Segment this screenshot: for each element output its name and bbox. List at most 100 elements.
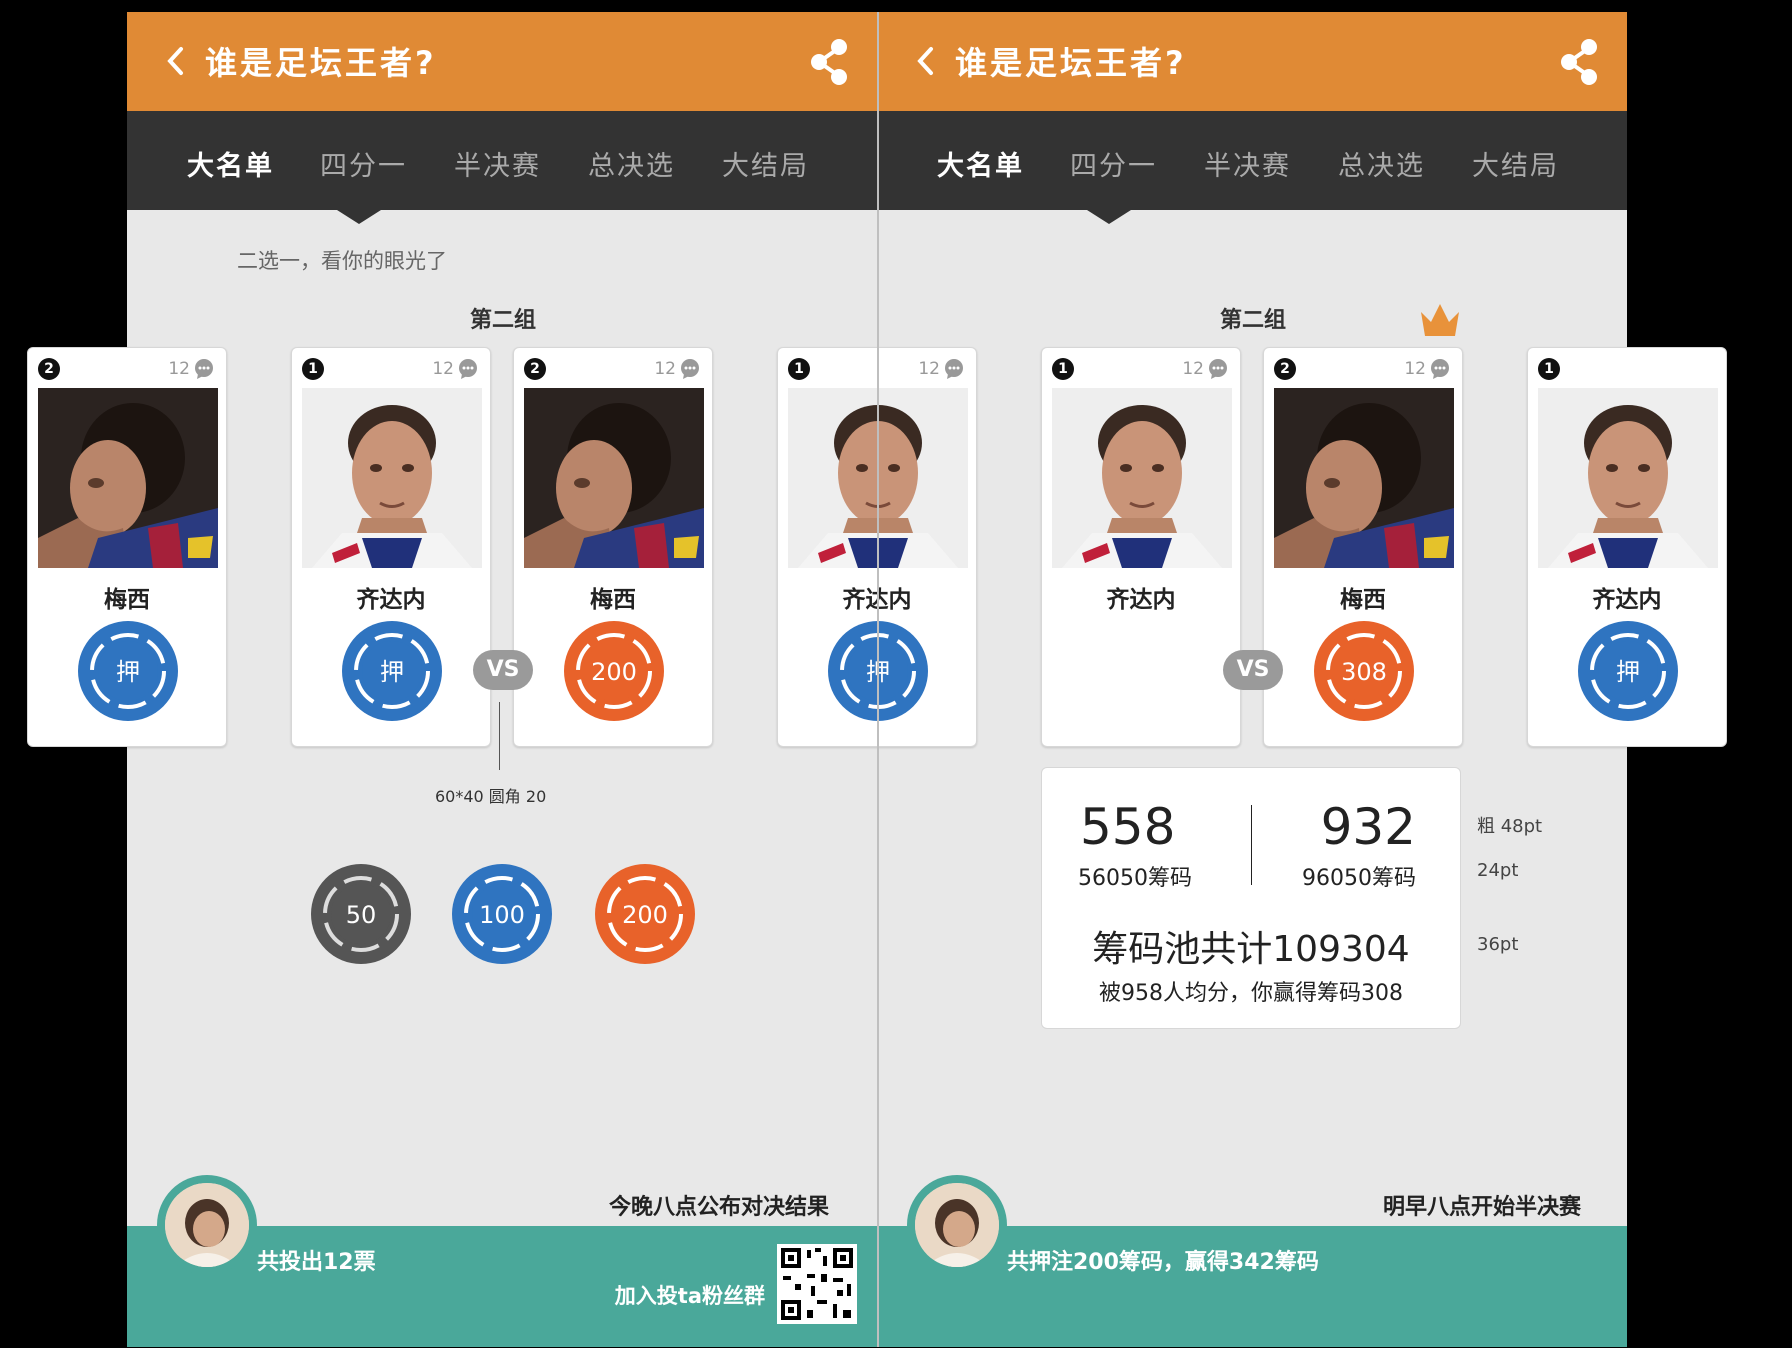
comment-icon[interactable]: [680, 359, 700, 379]
bet-chip-button[interactable]: 押: [78, 621, 178, 721]
seed-badge: 2: [38, 358, 60, 380]
page-title: 谁是足坛王者?: [955, 44, 1187, 82]
player-card[interactable]: 2 12 梅西 308: [1263, 347, 1463, 747]
player-name: 梅西: [104, 587, 150, 613]
share-icon[interactable]: [1559, 38, 1599, 86]
player-name: 齐达内: [1106, 587, 1176, 613]
tab-semifinal[interactable]: 半决赛: [454, 144, 541, 183]
chip-100-button[interactable]: 100: [452, 864, 552, 964]
semifinal-announcement: 明早八点开始半决赛: [1382, 1195, 1581, 1220]
qr-code[interactable]: [777, 1244, 857, 1324]
bet-chip-button[interactable]: 押: [342, 621, 442, 721]
annotation-line: [499, 702, 500, 770]
chip-200-button[interactable]: 200: [595, 864, 695, 964]
join-fan-group-link[interactable]: 加入投ta粉丝群: [615, 1280, 765, 1310]
tab-final[interactable]: 总决选: [588, 144, 675, 183]
seed-badge: 1: [1052, 358, 1074, 380]
vote-count: 共投出12票: [257, 1250, 376, 1275]
seed-badge: 1: [788, 358, 810, 380]
left-chips: 56050筹码: [1078, 866, 1192, 891]
tab-semifinal[interactable]: 半决赛: [1204, 144, 1291, 183]
app-header: 谁是足坛王者?: [877, 12, 1627, 111]
tab-roster[interactable]: 大名单: [937, 144, 1024, 183]
bet-chip-button[interactable]: 308: [1314, 621, 1414, 721]
winnings-summary: 被958人均分，你赢得筹码308: [1099, 981, 1403, 1006]
vs-badge: VS: [473, 650, 533, 690]
avatar[interactable]: [157, 1175, 257, 1275]
tab-ending[interactable]: 大结局: [1472, 144, 1559, 183]
player-photo: [1052, 388, 1232, 568]
tab-quarterfinal[interactable]: 四分一: [1070, 144, 1157, 183]
chip-pool-total: 筹码池共计109304: [1092, 929, 1410, 970]
bet-summary: 共押注200筹码，赢得342筹码: [1007, 1250, 1319, 1275]
player-card[interactable]: 1 齐达内 押: [1527, 347, 1727, 747]
comment-icon[interactable]: [944, 359, 964, 379]
tab-final[interactable]: 总决选: [1338, 144, 1425, 183]
comment-count: 12: [918, 359, 940, 379]
group-title: 第二组: [469, 308, 536, 333]
seed-badge: 2: [524, 358, 546, 380]
hint-text: 二选一，看你的眼光了: [237, 249, 447, 273]
player-photo: [1538, 388, 1718, 568]
chip-label: 200: [591, 658, 637, 686]
player-photo: [524, 388, 704, 568]
avatar[interactable]: [907, 1175, 1007, 1275]
active-tab-caret: [337, 210, 381, 224]
round-tabs: 大名单 四分一 半决赛 总决选 大结局: [127, 111, 877, 210]
round-tabs: 大名单 四分一 半决赛 总决选 大结局: [877, 111, 1627, 210]
seed-badge: 2: [1274, 358, 1296, 380]
tab-quarterfinal[interactable]: 四分一: [320, 144, 407, 183]
player-card[interactable]: 1 12 齐达内 押: [291, 347, 491, 747]
comment-count: 12: [168, 359, 190, 379]
chip-label: 308: [1341, 658, 1387, 686]
comment-icon[interactable]: [1430, 359, 1450, 379]
spec-note-48pt: 粗 48pt: [1477, 816, 1543, 837]
comment-icon[interactable]: [458, 359, 478, 379]
right-chips: 96050筹码: [1302, 866, 1416, 891]
player-card[interactable]: 2 12 梅西 押: [27, 347, 227, 747]
player-photo: [302, 388, 482, 568]
result-divider: [1251, 805, 1252, 885]
player-name: 梅西: [590, 587, 636, 613]
right-votes: 932: [1320, 798, 1416, 856]
player-photo: [1274, 388, 1454, 568]
bet-chip-button[interactable]: 押: [1578, 621, 1678, 721]
comment-count: 12: [1404, 359, 1426, 379]
chip-value: 200: [622, 901, 668, 929]
left-votes: 558: [1080, 798, 1176, 856]
seed-badge: 1: [1538, 358, 1560, 380]
vs-badge: VS: [1223, 650, 1283, 690]
player-photo: [38, 388, 218, 568]
comment-icon[interactable]: [1208, 359, 1228, 379]
back-icon[interactable]: [165, 46, 185, 76]
chip-label: 押: [116, 658, 140, 686]
result-announcement: 今晚八点公布对决结果: [608, 1195, 829, 1220]
player-card[interactable]: 1 12 齐达内: [1041, 347, 1241, 747]
annotation-note: 60*40 圆角 20: [435, 787, 547, 806]
active-tab-caret: [1087, 210, 1131, 224]
bet-chip-button[interactable]: 200: [564, 621, 664, 721]
player-card[interactable]: 2 12 梅西 200: [513, 347, 713, 747]
app-header: 谁是足坛王者?: [127, 12, 877, 111]
seed-badge: 1: [302, 358, 324, 380]
spec-note-24pt: 24pt: [1477, 860, 1519, 881]
tab-roster[interactable]: 大名单: [187, 144, 274, 183]
share-icon[interactable]: [809, 38, 849, 86]
spec-note-36pt: 36pt: [1477, 934, 1519, 955]
tab-ending[interactable]: 大结局: [722, 144, 809, 183]
group-title: 第二组: [1219, 308, 1286, 333]
comment-icon[interactable]: [194, 359, 214, 379]
comment-count: 12: [654, 359, 676, 379]
comment-count: 12: [1182, 359, 1204, 379]
chip-value: 50: [346, 901, 377, 929]
chip-label: 押: [1616, 658, 1640, 686]
player-name: 梅西: [1340, 587, 1386, 613]
player-name: 齐达内: [356, 587, 426, 613]
result-panel: 558 56050筹码 932 96050筹码 筹码池共计109304 被958…: [1041, 767, 1461, 1029]
player-name: 齐达内: [1592, 587, 1662, 613]
crown-icon: [1421, 304, 1459, 336]
chip-50-button[interactable]: 50: [311, 864, 411, 964]
chip-value: 100: [479, 901, 525, 929]
page-title: 谁是足坛王者?: [205, 44, 437, 82]
back-icon[interactable]: [915, 46, 935, 76]
